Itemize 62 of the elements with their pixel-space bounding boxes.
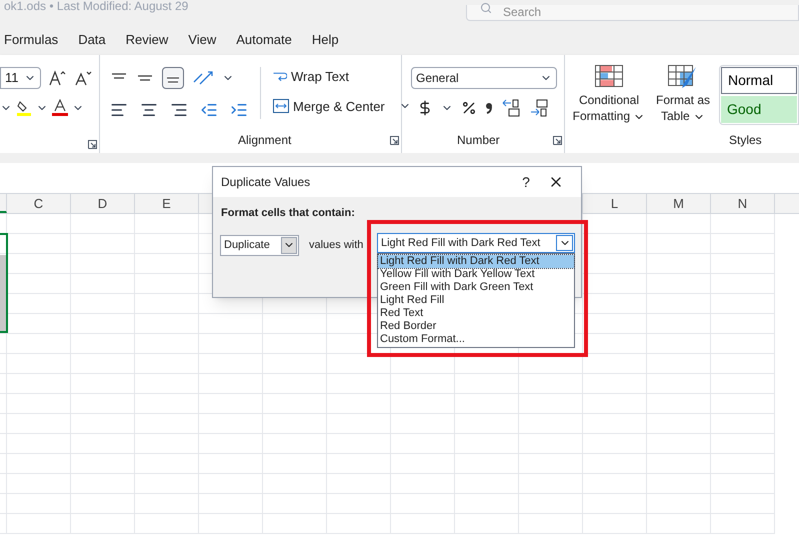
align-bottom-button[interactable] bbox=[162, 67, 184, 89]
menu-tab[interactable]: Help bbox=[312, 30, 339, 50]
merge-center-button[interactable]: Merge & Center bbox=[273, 96, 385, 116]
dropdown-option[interactable]: Light Red Fill with Dark Red Text bbox=[378, 255, 574, 268]
conditional-table-icon bbox=[595, 65, 623, 87]
group-label: Number bbox=[457, 132, 500, 149]
align-center-icon[interactable] bbox=[140, 101, 158, 119]
font-size-dropdown[interactable]: 11 bbox=[0, 67, 41, 89]
dropdown-option[interactable]: Light Red Fill bbox=[378, 294, 574, 307]
values-with-label: values with bbox=[309, 238, 364, 253]
help-button[interactable]: ? bbox=[511, 172, 541, 192]
fill-color-icon[interactable] bbox=[16, 100, 32, 116]
cell-style[interactable]: Good bbox=[721, 96, 797, 123]
dropdown-option[interactable]: Custom Format... bbox=[378, 333, 574, 346]
dropdown-option[interactable]: Red Text bbox=[378, 307, 574, 320]
menu-tab[interactable]: Formulas bbox=[4, 30, 58, 50]
table-brush-icon bbox=[668, 65, 698, 89]
column-header[interactable]: M bbox=[647, 194, 711, 213]
decrease-decimal-icon[interactable] bbox=[529, 99, 549, 117]
dropdown-option[interactable]: Green Fill with Dark Green Text bbox=[378, 281, 574, 294]
increase-indent-icon[interactable] bbox=[230, 101, 248, 119]
launcher-icon[interactable] bbox=[553, 136, 562, 144]
merge-icon bbox=[273, 99, 289, 114]
format-as-table-button[interactable]: Format as Table bbox=[653, 65, 713, 124]
comma-icon[interactable] bbox=[485, 102, 493, 114]
menu-tab[interactable]: Data bbox=[78, 30, 106, 50]
wrap-text-icon bbox=[273, 72, 287, 82]
group-label: Alignment bbox=[238, 132, 292, 149]
percent-icon[interactable] bbox=[461, 100, 477, 116]
menu-tab[interactable]: Review bbox=[126, 30, 168, 50]
column-header[interactable]: N bbox=[711, 194, 775, 213]
menu-tab[interactable]: View bbox=[188, 30, 216, 50]
prompt-label: Format cells that contain: bbox=[221, 206, 356, 221]
rule-dropdown[interactable]: Duplicate bbox=[220, 234, 299, 256]
search-field[interactable]: Search bbox=[466, 4, 799, 20]
format-dropdown[interactable]: Light Red Fill with Dark Red Text bbox=[377, 233, 575, 253]
decrease-indent-icon[interactable] bbox=[200, 101, 218, 119]
number-format-dropdown[interactable]: General bbox=[411, 67, 557, 89]
align-left-icon[interactable] bbox=[110, 101, 128, 119]
group-label: Styles bbox=[729, 132, 763, 149]
shrink-font-icon[interactable] bbox=[75, 70, 93, 86]
orientation-icon[interactable] bbox=[192, 70, 214, 86]
file-title: ok1.ods • Last Modified: August 29 bbox=[4, 0, 188, 12]
launcher-icon[interactable] bbox=[88, 140, 97, 149]
search-icon bbox=[480, 2, 492, 14]
conditional-formatting-button[interactable]: Conditional Formatting bbox=[571, 65, 647, 124]
grow-font-icon[interactable] bbox=[49, 70, 67, 86]
menu-tab[interactable]: Automate bbox=[236, 30, 292, 50]
dropdown-option[interactable]: Yellow Fill with Dark Yellow Text bbox=[378, 268, 574, 281]
font-color-icon[interactable] bbox=[52, 99, 68, 117]
increase-decimal-icon[interactable] bbox=[501, 99, 521, 117]
column-header[interactable]: E bbox=[135, 194, 199, 213]
launcher-icon[interactable] bbox=[390, 136, 399, 144]
column-header[interactable] bbox=[0, 194, 7, 213]
column-header[interactable]: L bbox=[583, 194, 647, 213]
dropdown-option[interactable]: Red Border bbox=[378, 320, 574, 333]
align-right-icon[interactable] bbox=[170, 101, 188, 119]
wrap-text-button[interactable]: Wrap Text bbox=[273, 67, 411, 86]
column-header[interactable]: D bbox=[71, 194, 135, 213]
cell-style[interactable]: Normal bbox=[721, 67, 797, 94]
column-header[interactable]: C bbox=[7, 194, 71, 213]
dialog-title: Duplicate Values bbox=[221, 174, 310, 191]
